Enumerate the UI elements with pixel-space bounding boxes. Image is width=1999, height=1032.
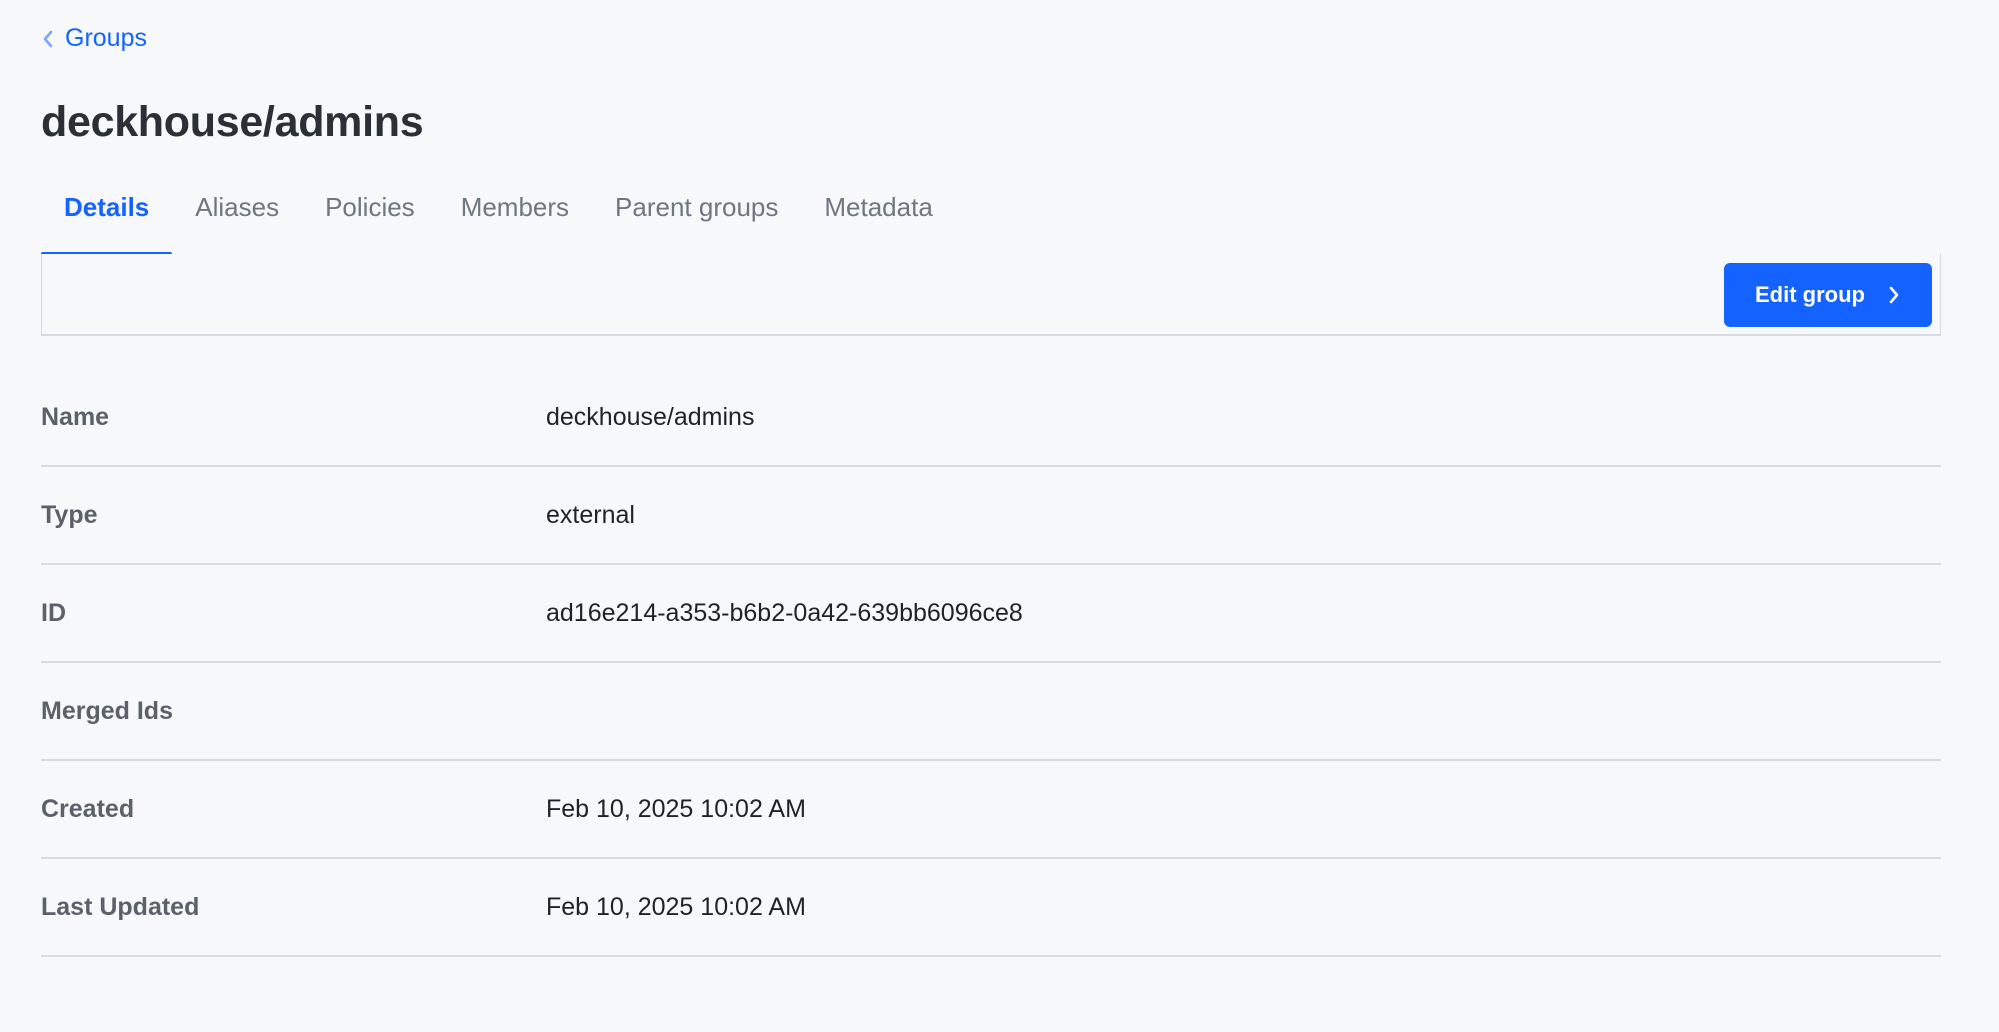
details-list: Name deckhouse/admins Type external ID a… (41, 370, 1941, 957)
detail-value: external (546, 500, 635, 529)
detail-label: Last Updated (41, 892, 200, 921)
detail-value: deckhouse/admins (546, 403, 755, 431)
detail-label: Created (41, 794, 135, 823)
edit-group-button-label: Edit group (1755, 282, 1865, 307)
detail-row-last-updated: Last Updated Feb 10, 2025 10:02 AM (41, 859, 1941, 957)
detail-row-type: Type external (41, 467, 1941, 565)
tab-metadata[interactable]: Metadata (801, 184, 955, 254)
detail-row-name: Name deckhouse/admins (41, 370, 1941, 467)
detail-label: Name (41, 403, 110, 431)
chevron-right-icon (1887, 284, 1901, 306)
detail-row-id: ID ad16e214-a353-b6b2-0a42-639bb6096ce8 (41, 565, 1941, 663)
detail-value: ad16e214-a353-b6b2-0a42-639bb6096ce8 (546, 598, 1023, 627)
chevron-left-icon (41, 27, 55, 51)
tab-members[interactable]: Members (438, 184, 592, 254)
tab-parent-groups[interactable]: Parent groups (592, 184, 801, 254)
tab-aliases[interactable]: Aliases (172, 184, 302, 254)
edit-group-button[interactable]: Edit group (1724, 263, 1932, 327)
detail-value: Feb 10, 2025 10:02 AM (546, 794, 806, 823)
detail-value: Feb 10, 2025 10:02 AM (546, 892, 806, 921)
page-title: deckhouse/admins (41, 98, 424, 146)
breadcrumb-back-link[interactable]: Groups (41, 24, 147, 53)
tab-details[interactable]: Details (41, 184, 173, 256)
detail-label: ID (41, 598, 66, 627)
detail-label: Type (41, 500, 98, 529)
detail-row-created: Created Feb 10, 2025 10:02 AM (41, 761, 1941, 859)
breadcrumb-label: Groups (65, 24, 147, 52)
tab-policies[interactable]: Policies (302, 184, 438, 254)
detail-label: Merged Ids (41, 696, 173, 725)
tab-bar: Details Aliases Policies Members Parent … (41, 184, 1941, 256)
detail-row-merged-ids: Merged Ids (41, 663, 1941, 761)
toolbar: Edit group (41, 254, 1941, 336)
